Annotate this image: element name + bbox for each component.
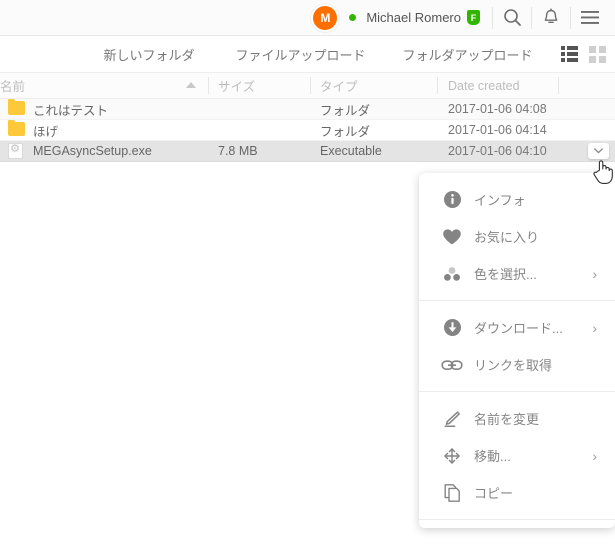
menu-item-info[interactable]: インフォ bbox=[419, 181, 615, 218]
column-header-date[interactable]: Date created bbox=[448, 73, 520, 98]
column-header-date-label: Date created bbox=[448, 78, 520, 93]
menu-item-info-label: インフォ bbox=[474, 193, 526, 208]
top-header-bar: M Michael Romero F bbox=[0, 0, 615, 36]
menu-item-select-colour-label: 色を選択... bbox=[474, 267, 537, 282]
avatar-initial: M bbox=[320, 10, 331, 25]
executable-file-icon bbox=[8, 142, 25, 159]
row-type: フォルダ bbox=[320, 103, 371, 118]
column-divider bbox=[437, 77, 438, 94]
table-row[interactable]: ほげ フォルダ 2017-01-06 04:14 bbox=[0, 120, 615, 141]
file-list: これはテスト フォルダ 2017-01-06 04:08 ほげ フォルダ 201… bbox=[0, 99, 615, 162]
mega-file-manager-window: M Michael Romero F 新しいフォルダ ファイルアップロード フォ… bbox=[0, 0, 615, 560]
sort-ascending-icon[interactable] bbox=[186, 82, 196, 88]
column-divider bbox=[310, 77, 311, 94]
context-menu-group: ダウンロード... › リンクを取得 bbox=[419, 300, 615, 391]
search-icon[interactable] bbox=[493, 0, 531, 36]
column-header-name-label: 名前 bbox=[0, 80, 26, 94]
new-folder-button[interactable]: 新しいフォルダ bbox=[90, 36, 208, 72]
column-header-type[interactable]: タイプ bbox=[320, 73, 358, 98]
context-menu-group: インフォ お気に入り 色を選択... › bbox=[419, 173, 615, 300]
column-divider bbox=[208, 77, 209, 94]
menu-item-get-link-label: リンクを取得 bbox=[474, 358, 553, 373]
menu-item-get-link[interactable]: リンクを取得 bbox=[419, 346, 615, 383]
plan-badge-label: F bbox=[470, 12, 477, 23]
column-header-size-label: サイズ bbox=[218, 80, 256, 94]
chevron-right-icon: › bbox=[592, 319, 597, 336]
table-header: 名前 サイズ タイプ Date created bbox=[0, 73, 615, 99]
avatar[interactable]: M bbox=[313, 5, 338, 30]
table-row[interactable]: これはテスト フォルダ 2017-01-06 04:08 bbox=[0, 99, 615, 120]
menu-item-select-colour[interactable]: 色を選択... › bbox=[419, 255, 615, 292]
menu-item-favourite[interactable]: お気に入り bbox=[419, 218, 615, 255]
context-menu: インフォ お気に入り 色を選択... › ダウンロード... › リンクを取得 … bbox=[419, 173, 615, 528]
folder-icon bbox=[8, 99, 25, 116]
heart-icon bbox=[441, 226, 463, 248]
row-type: Executable bbox=[320, 144, 382, 158]
menu-item-copy-label: コピー bbox=[474, 486, 514, 501]
username-label: Michael Romero bbox=[366, 10, 461, 25]
menu-item-move[interactable]: 移動... › bbox=[419, 437, 615, 474]
column-header-size[interactable]: サイズ bbox=[218, 73, 255, 98]
row-type: フォルダ bbox=[320, 124, 371, 139]
grid-view-icon[interactable] bbox=[584, 36, 610, 72]
folder-upload-button[interactable]: フォルダアップロード bbox=[395, 36, 540, 72]
row-name: これはテスト bbox=[33, 103, 109, 118]
online-status-dot bbox=[349, 14, 357, 21]
row-size: 7.8 MB bbox=[218, 144, 258, 158]
row-name: MEGAsyncSetup.exe bbox=[33, 144, 152, 158]
menu-item-copy[interactable]: コピー bbox=[419, 474, 615, 511]
list-view-icon[interactable] bbox=[556, 36, 582, 72]
menu-item-download-label: ダウンロード... bbox=[474, 321, 563, 336]
hamburger-menu-icon[interactable] bbox=[571, 0, 609, 36]
file-upload-button[interactable]: ファイルアップロード bbox=[228, 36, 373, 72]
row-date: 2017-01-06 04:10 bbox=[448, 144, 547, 158]
menu-item-favourite-label: お気に入り bbox=[474, 230, 540, 245]
menu-item-download[interactable]: ダウンロード... › bbox=[419, 309, 615, 346]
menu-item-rename[interactable]: 名前を変更 bbox=[419, 400, 615, 437]
menu-item-move-label: 移動... bbox=[474, 449, 511, 464]
link-icon bbox=[441, 354, 463, 376]
bell-icon[interactable] bbox=[532, 0, 570, 36]
move-icon bbox=[441, 445, 463, 467]
chevron-right-icon: › bbox=[592, 447, 597, 464]
pencil-icon bbox=[441, 408, 463, 430]
context-menu-group: 削除 bbox=[419, 519, 615, 528]
plan-badge: F bbox=[467, 10, 480, 25]
column-header-name[interactable]: 名前 bbox=[0, 73, 25, 98]
color-dots-icon bbox=[441, 263, 463, 285]
context-menu-group: 名前を変更 移動... › コピー bbox=[419, 391, 615, 519]
info-icon bbox=[441, 189, 463, 211]
column-divider bbox=[558, 77, 559, 94]
copy-icon bbox=[441, 482, 463, 504]
row-name: ほげ bbox=[33, 124, 59, 139]
row-date: 2017-01-06 04:14 bbox=[448, 123, 547, 137]
row-date: 2017-01-06 04:08 bbox=[448, 102, 547, 116]
download-icon bbox=[441, 317, 463, 339]
folder-icon bbox=[8, 120, 25, 137]
table-row[interactable]: MEGAsyncSetup.exe 7.8 MB Executable 2017… bbox=[0, 141, 615, 162]
action-toolbar: 新しいフォルダ ファイルアップロード フォルダアップロード bbox=[0, 36, 615, 73]
column-header-type-label: タイプ bbox=[320, 80, 358, 94]
chevron-right-icon: › bbox=[592, 265, 597, 282]
chevron-down-icon bbox=[594, 148, 603, 154]
menu-item-rename-label: 名前を変更 bbox=[474, 412, 540, 427]
row-context-menu-button[interactable] bbox=[588, 143, 609, 159]
